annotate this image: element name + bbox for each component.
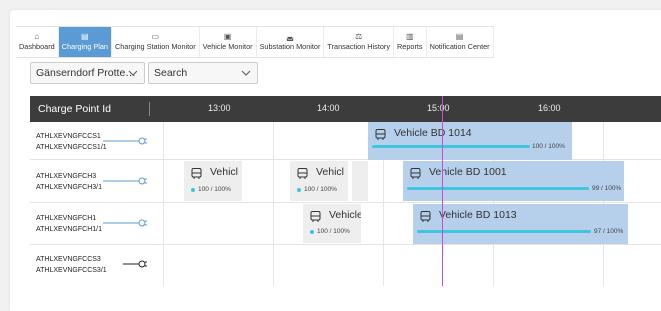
substation-icon: ◛	[286, 32, 294, 41]
chevron-down-icon	[128, 70, 138, 76]
search-select-placeholder: Search	[154, 67, 188, 79]
gantt-row: ATHLXEVNGFCCS1 ATHLXEVNGFCCS1/1 Vehicle …	[30, 122, 661, 160]
header-divider	[149, 102, 150, 116]
charging-session[interactable]: Vehicle BD 1001 99 / 100%	[403, 161, 624, 201]
connector-idle-icon	[123, 260, 147, 268]
calendar-icon: ▤	[81, 32, 89, 41]
nav-transaction-history[interactable]: ⚖ Transaction History	[324, 27, 394, 57]
current-time-indicator	[442, 96, 443, 286]
vehicle-name: Vehicle BD 1014	[394, 127, 472, 139]
charge-progress-bar	[372, 145, 530, 148]
nav-dashboard[interactable]: ⌂ Dashboard	[16, 27, 59, 57]
nav-charging-plan-label: Charging Plan	[61, 42, 108, 51]
connector-id: ATHLXEVNGFCCS3/1	[36, 267, 107, 274]
charge-point-id: ATHLXEVNGFCCS3	[36, 256, 101, 263]
charge-progress-bar	[297, 188, 301, 192]
charge-progress-label: 100 / 100%	[317, 228, 350, 235]
charge-progress-bar	[310, 230, 314, 234]
connector-active-icon	[103, 137, 147, 145]
gantt-header: Charge Point Id 13:00 14:00 15:00 16:00	[30, 96, 661, 122]
charge-point-id: ATHLXEVNGFCCS1	[36, 133, 101, 140]
charge-point-label: ATHLXEVNGFCH3 ATHLXEVNGFCH3/1	[36, 171, 102, 193]
nav-reports[interactable]: ▥ Reports	[394, 27, 427, 57]
charge-point-label: ATHLXEVNGFCH1 ATHLXEVNGFCH1/1	[36, 213, 102, 235]
gantt-row: ATHLXEVNGFCH1 ATHLXEVNGFCH1/1 Vehicle 10…	[30, 203, 661, 245]
bus-icon	[297, 168, 308, 179]
history-icon: ⚖	[355, 32, 363, 41]
bus-icon	[310, 211, 321, 222]
notification-icon: ▤	[455, 32, 464, 41]
nav-transaction-history-label: Transaction History	[327, 42, 390, 51]
gantt-row: ATHLXEVNGFCH3 ATHLXEVNGFCH3/1 Vehicl 100…	[30, 160, 661, 203]
charge-point-label: ATHLXEVNGFCCS3 ATHLXEVNGFCCS3/1	[36, 254, 107, 276]
home-icon: ⌂	[34, 32, 40, 41]
nav-vehicle-monitor[interactable]: ▣ Vehicle Monitor	[200, 27, 257, 57]
connector-id: ATHLXEVNGFCCS1/1	[36, 144, 107, 151]
charge-progress-bar	[191, 188, 195, 192]
charge-point-id: ATHLXEVNGFCH3	[36, 173, 97, 180]
time-label: 14:00	[317, 103, 340, 113]
nav-notification-center[interactable]: ▤ Notification Center	[427, 27, 494, 57]
charging-session[interactable]: Vehicl 100 / 100%	[184, 161, 242, 201]
charge-point-id: ATHLXEVNGFCH1	[36, 215, 97, 222]
bus-icon	[375, 129, 386, 140]
charging-gantt: Charge Point Id 13:00 14:00 15:00 16:00 …	[30, 96, 661, 286]
charge-progress-label: 97 / 100%	[594, 228, 624, 235]
vehicle-name: Vehicle BD 1001	[429, 166, 507, 178]
bus-icon	[191, 168, 202, 179]
nav-substation-monitor[interactable]: ◛ Substation Monitor	[257, 27, 325, 57]
time-label: 13:00	[208, 103, 231, 113]
charge-progress-bar	[407, 187, 589, 190]
top-navigation: ⌂ Dashboard ▤ Charging Plan ▭ Charging S…	[16, 26, 494, 58]
station-icon: ▭	[151, 32, 160, 41]
time-label: 15:00	[427, 103, 450, 113]
connector-id: ATHLXEVNGFCH1/1	[36, 226, 102, 233]
nav-reports-label: Reports	[397, 42, 423, 51]
charging-session[interactable]: Vehicl 100 / 100%	[290, 161, 348, 201]
nav-notification-center-label: Notification Center	[429, 42, 490, 51]
vehicle-name: Vehicle	[329, 209, 361, 221]
connector-id: ATHLXEVNGFCH3/1	[36, 184, 102, 191]
vehicle-name: Vehicl	[210, 166, 239, 178]
connector-active-icon	[103, 177, 147, 185]
charge-point-label: ATHLXEVNGFCCS1 ATHLXEVNGFCCS1/1	[36, 131, 107, 153]
vehicle-name: Vehicl	[316, 166, 345, 178]
charge-point-id-header: Charge Point Id	[38, 103, 111, 115]
nav-dashboard-label: Dashboard	[19, 42, 55, 51]
charging-session[interactable]: Vehicle BD 1014 100 / 100%	[368, 122, 572, 160]
charge-progress-label: 99 / 100%	[592, 185, 622, 192]
bus-icon: ▣	[223, 32, 232, 41]
nav-substation-monitor-label: Substation Monitor	[259, 42, 321, 51]
charge-progress-bar	[417, 230, 591, 233]
nav-charging-station-monitor[interactable]: ▭ Charging Station Monitor	[112, 27, 200, 57]
nav-charging-station-monitor-label: Charging Station Monitor	[114, 42, 196, 51]
chevron-down-icon	[241, 70, 251, 76]
nav-vehicle-monitor-label: Vehicle Monitor	[202, 42, 253, 51]
location-select[interactable]: Gänserndorf Protte…	[30, 62, 145, 84]
time-label: 16:00	[538, 103, 561, 113]
search-select[interactable]: Search	[148, 62, 258, 84]
vehicle-name: Vehicle BD 1013	[439, 209, 517, 221]
charging-session-truncated[interactable]	[352, 161, 368, 201]
nav-charging-plan[interactable]: ▤ Charging Plan	[58, 27, 112, 57]
gantt-row: ATHLXEVNGFCCS3 ATHLXEVNGFCCS3/1	[30, 245, 661, 285]
location-select-value: Gänserndorf Protte…	[36, 67, 136, 79]
reports-icon: ▥	[406, 32, 414, 41]
connector-active-icon	[103, 219, 147, 227]
bus-icon	[410, 168, 421, 179]
charge-progress-label: 100 / 100%	[532, 143, 565, 150]
bus-icon	[420, 211, 431, 222]
charge-progress-label: 100 / 100%	[198, 186, 231, 193]
charge-progress-label: 100 / 100%	[304, 186, 337, 193]
charging-session[interactable]: Vehicle BD 1013 97 / 100%	[413, 204, 628, 244]
charging-session[interactable]: Vehicle 100 / 100%	[303, 204, 361, 243]
